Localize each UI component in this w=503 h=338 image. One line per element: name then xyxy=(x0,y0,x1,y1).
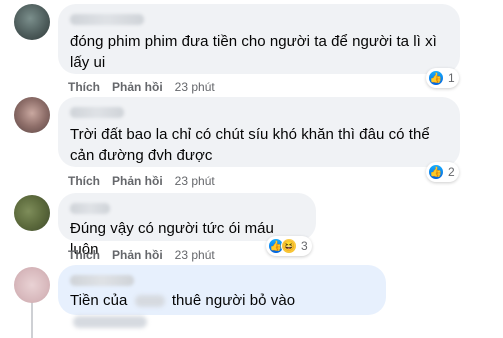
reply-button[interactable]: Phản hồi xyxy=(112,248,163,262)
timestamp[interactable]: 23 phút xyxy=(175,174,215,188)
like-button[interactable]: Thích xyxy=(68,248,100,262)
avatar[interactable] xyxy=(14,195,50,231)
avatar[interactable] xyxy=(14,97,50,133)
comment-actions: Thích Phản hồi 23 phút xyxy=(68,174,215,188)
reactions-summary[interactable]: 👍 😆 3 xyxy=(266,236,312,256)
comment-bubble: Tiền của thuê người bỏ vào xyxy=(58,265,386,329)
reply-button[interactable]: Phản hồi xyxy=(112,174,163,188)
like-button[interactable]: Thích xyxy=(68,174,100,188)
comment-actions: Thích Phản hồi 23 phút xyxy=(68,80,215,94)
comment-text: đóng phim phim đưa tiền cho người ta để … xyxy=(70,33,437,71)
avatar[interactable] xyxy=(14,4,50,40)
censored-text xyxy=(73,316,147,329)
like-reaction-icon: 👍 xyxy=(428,164,444,180)
reactions-summary[interactable]: 👍 1 xyxy=(426,68,459,88)
author-name-blurred[interactable] xyxy=(70,275,134,286)
comment-bubble: đóng phim phim đưa tiền cho người ta để … xyxy=(58,4,460,74)
thread-line xyxy=(31,300,33,338)
reaction-count: 2 xyxy=(448,165,455,179)
comment-bubble: Đúng vậy có người tức ói máu luôn xyxy=(58,193,316,258)
comment-actions: Thích Phản hồi 23 phút xyxy=(68,248,215,262)
reactions-summary[interactable]: 👍 2 xyxy=(426,162,459,182)
comment-text-start: Tiền của xyxy=(70,292,128,309)
haha-reaction-icon: 😆 xyxy=(281,238,297,254)
comment-text: Tiền của thuê người bỏ vào xyxy=(70,290,374,332)
reaction-count: 3 xyxy=(301,239,308,253)
comment-text-end: thuê người bỏ vào xyxy=(171,292,296,309)
timestamp[interactable]: 23 phút xyxy=(175,248,215,262)
reaction-count: 1 xyxy=(448,71,455,85)
timestamp[interactable]: 23 phút xyxy=(175,80,215,94)
author-name-blurred[interactable] xyxy=(70,14,144,25)
author-name-blurred[interactable] xyxy=(70,107,124,118)
author-name-blurred[interactable] xyxy=(70,203,110,214)
like-reaction-icon: 👍 xyxy=(428,70,444,86)
comment-text: Trời đất bao la chỉ có chút síu khó khăn… xyxy=(70,126,430,164)
censored-text xyxy=(134,295,165,308)
comment-bubble: Trời đất bao la chỉ có chút síu khó khăn… xyxy=(58,97,460,167)
reply-button[interactable]: Phản hồi xyxy=(112,80,163,94)
like-button[interactable]: Thích xyxy=(68,80,100,94)
avatar[interactable] xyxy=(14,267,50,303)
